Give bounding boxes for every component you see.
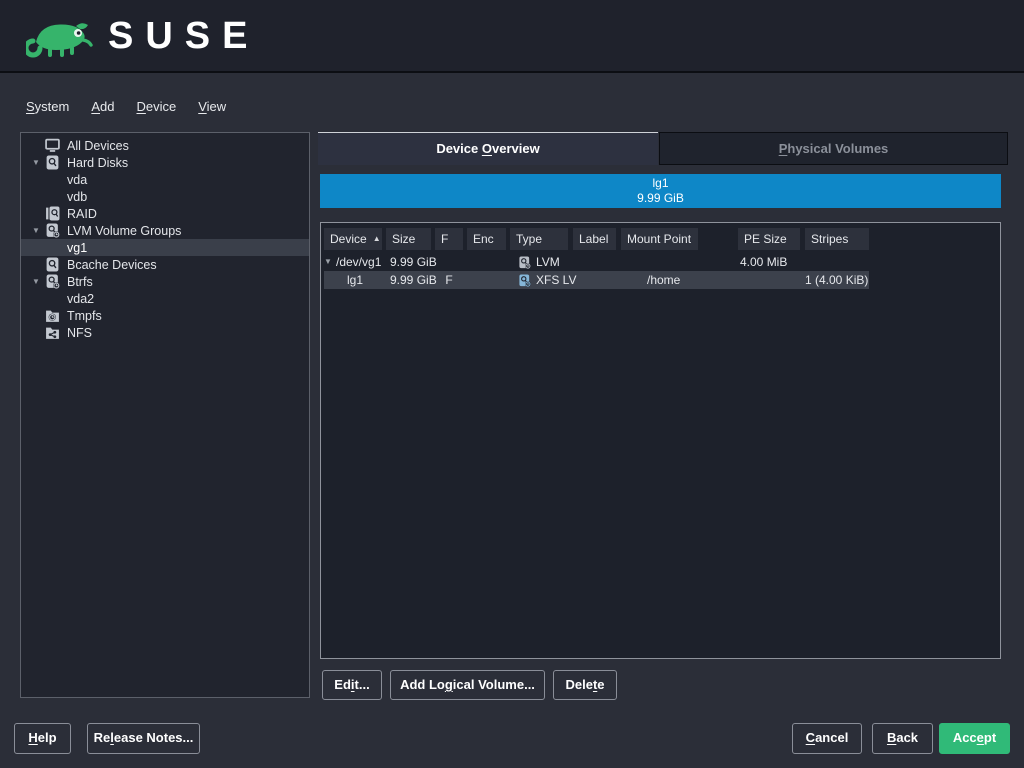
menu-add[interactable]: Add bbox=[91, 99, 114, 114]
device-cell: lg1 bbox=[347, 271, 363, 289]
back-button[interactable]: Back bbox=[872, 723, 933, 754]
sidebar-item-label: Btrfs bbox=[67, 275, 93, 289]
add-logical-volume-button[interactable]: Add Logical Volume... bbox=[390, 670, 545, 700]
edit-button[interactable]: Edit... bbox=[322, 670, 382, 700]
sort-ascending-icon: ▲ bbox=[373, 228, 381, 250]
xfs-lv-type-icon bbox=[518, 274, 531, 287]
device-cell: /dev/vg1 bbox=[336, 253, 381, 271]
device-table: Device▲ Size F Enc Type Label Mount Poin… bbox=[320, 222, 1001, 659]
device-summary-bar: lg1 9.99 GiB bbox=[320, 174, 1001, 208]
mount-point-cell bbox=[621, 253, 698, 271]
sidebar-item-label: All Devices bbox=[67, 139, 129, 153]
sidebar-item-btrfs[interactable]: ▼ Btrfs bbox=[21, 273, 309, 290]
sidebar-item-vg1[interactable]: vg1 bbox=[21, 239, 309, 256]
lvm-type-icon bbox=[518, 256, 531, 269]
row-expander-icon[interactable]: ▼ bbox=[324, 253, 336, 271]
device-tree-panel: All Devices ▼ Hard Disks vda vdb RAID ▼ … bbox=[20, 132, 310, 698]
sidebar-item-raid[interactable]: RAID bbox=[21, 205, 309, 222]
tab-physical-volumes[interactable]: Physical Volumes bbox=[659, 132, 1008, 165]
sidebar-item-label: LVM Volume Groups bbox=[67, 224, 181, 238]
label-cell bbox=[573, 253, 616, 271]
accept-button[interactable]: Accept bbox=[939, 723, 1010, 754]
delete-button[interactable]: Delete bbox=[553, 670, 617, 700]
pe-size-cell bbox=[738, 271, 800, 289]
lvm-disk-clock-icon bbox=[45, 223, 60, 238]
help-button[interactable]: Help bbox=[14, 723, 71, 754]
brand-bar: SUSE bbox=[0, 0, 1024, 73]
table-header-row: Device▲ Size F Enc Type Label Mount Poin… bbox=[324, 228, 998, 250]
sidebar-item-lvm-volume-groups[interactable]: ▼ LVM Volume Groups bbox=[21, 222, 309, 239]
sidebar-item-tmpfs[interactable]: Tmpfs bbox=[21, 307, 309, 324]
bcache-disk-icon bbox=[45, 257, 60, 272]
mount-point-cell: /home bbox=[621, 271, 698, 289]
chevron-down-icon[interactable]: ▼ bbox=[27, 277, 45, 286]
sidebar-item-label: vdb bbox=[67, 190, 87, 204]
size-cell: 9.99 GiB bbox=[386, 271, 431, 289]
sidebar-item-vda2[interactable]: vda2 bbox=[21, 290, 309, 307]
suse-chameleon-icon bbox=[26, 12, 96, 60]
sidebar-item-vda[interactable]: vda bbox=[21, 171, 309, 188]
sidebar-item-hard-disks[interactable]: ▼ Hard Disks bbox=[21, 154, 309, 171]
sidebar-item-bcache-devices[interactable]: Bcache Devices bbox=[21, 256, 309, 273]
column-header-type[interactable]: Type bbox=[510, 228, 568, 250]
menu-device[interactable]: Device bbox=[136, 99, 176, 114]
sidebar-item-label: NFS bbox=[67, 326, 92, 340]
format-cell: F bbox=[435, 271, 463, 289]
summary-device-name: lg1 bbox=[320, 176, 1001, 191]
column-header-mount-point[interactable]: Mount Point bbox=[621, 228, 698, 250]
column-header-size[interactable]: Size bbox=[386, 228, 431, 250]
sidebar-item-vdb[interactable]: vdb bbox=[21, 188, 309, 205]
type-cell: LVM bbox=[536, 253, 560, 271]
type-cell: XFS LV bbox=[536, 271, 576, 289]
cancel-button[interactable]: Cancel bbox=[792, 723, 862, 754]
sidebar-item-label: Hard Disks bbox=[67, 156, 128, 170]
enc-cell bbox=[467, 271, 506, 289]
table-row-dev-vg1[interactable]: ▼/dev/vg1 9.99 GiB LVM 4.00 MiB bbox=[324, 253, 869, 271]
sidebar-item-label: RAID bbox=[67, 207, 97, 221]
folder-share-icon bbox=[45, 325, 60, 340]
stripes-cell: 1 (4.00 KiB) bbox=[805, 271, 869, 289]
column-header-label[interactable]: Label bbox=[573, 228, 616, 250]
btrfs-disk-clock-icon bbox=[45, 274, 60, 289]
release-notes-button[interactable]: Release Notes... bbox=[87, 723, 200, 754]
monitor-icon bbox=[45, 138, 60, 153]
menu-view[interactable]: View bbox=[198, 99, 226, 114]
sidebar-item-all-devices[interactable]: All Devices bbox=[21, 137, 309, 154]
format-cell bbox=[435, 253, 463, 271]
menu-system[interactable]: System bbox=[26, 99, 69, 114]
table-row-lg1[interactable]: lg1 9.99 GiB F XFS LV /home 1 (4.00 KiB) bbox=[324, 271, 869, 289]
column-header-device[interactable]: Device▲ bbox=[324, 228, 382, 250]
chevron-down-icon[interactable]: ▼ bbox=[27, 226, 45, 235]
stripes-cell bbox=[805, 253, 869, 271]
summary-device-size: 9.99 GiB bbox=[320, 191, 1001, 206]
raid-icon bbox=[45, 206, 60, 221]
column-header-enc[interactable]: Enc bbox=[467, 228, 506, 250]
folder-clock-icon bbox=[45, 308, 60, 323]
sidebar-item-label: Tmpfs bbox=[67, 309, 102, 323]
size-cell: 9.99 GiB bbox=[386, 253, 431, 271]
pe-size-cell: 4.00 MiB bbox=[738, 253, 800, 271]
enc-cell bbox=[467, 253, 506, 271]
column-header-stripes[interactable]: Stripes bbox=[805, 228, 869, 250]
hard-disk-icon bbox=[45, 155, 60, 170]
sidebar-item-label: vda bbox=[67, 173, 87, 187]
chevron-down-icon[interactable]: ▼ bbox=[27, 158, 45, 167]
tab-device-overview[interactable]: Device Overview bbox=[318, 132, 658, 165]
sidebar-item-label: vg1 bbox=[67, 241, 87, 255]
sidebar-item-nfs[interactable]: NFS bbox=[21, 324, 309, 341]
brand-wordmark: SUSE bbox=[108, 12, 259, 60]
suse-logo: SUSE bbox=[26, 12, 259, 60]
sidebar-item-label: Bcache Devices bbox=[67, 258, 157, 272]
menubar: System Add Device View bbox=[26, 99, 226, 114]
device-tree: All Devices ▼ Hard Disks vda vdb RAID ▼ … bbox=[21, 133, 309, 341]
column-header-pe-size[interactable]: PE Size bbox=[738, 228, 800, 250]
column-header-f[interactable]: F bbox=[435, 228, 463, 250]
label-cell bbox=[573, 271, 616, 289]
sidebar-item-label: vda2 bbox=[67, 292, 94, 306]
